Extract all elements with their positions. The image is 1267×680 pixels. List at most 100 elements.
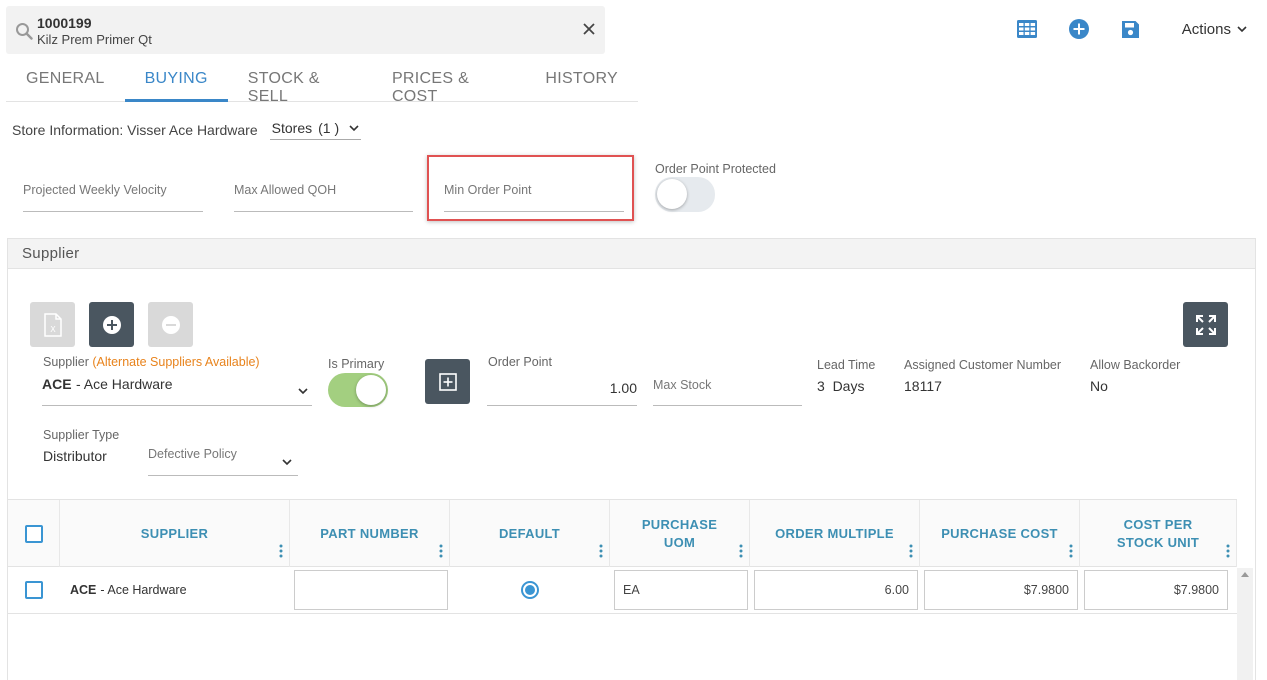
order-point-protected-toggle[interactable]: [655, 177, 715, 212]
allow-backorder-label: Allow Backorder: [1090, 358, 1181, 372]
order-point-value: 1.00: [609, 380, 637, 396]
defective-policy-placeholder: Defective Policy: [148, 447, 237, 461]
item-description: Kilz Prem Primer Qt: [37, 32, 152, 47]
row-default-cell: [450, 567, 610, 613]
column-header-order-multiple[interactable]: ORDER MULTIPLE: [750, 500, 920, 567]
supplier-select[interactable]: ACE - Ace Hardware: [42, 376, 312, 406]
tab-bar: GENERAL BUYING STOCK & SELL PRICES & COS…: [6, 62, 638, 105]
column-header-label: DEFAULT: [498, 525, 561, 541]
stores-count: (1 ): [318, 120, 340, 136]
purchase-cost-input[interactable]: $7.9800: [924, 570, 1078, 610]
add-order-point-button[interactable]: [425, 359, 470, 404]
tab-general[interactable]: GENERAL: [6, 62, 125, 102]
lead-time-value: 3 Days: [817, 378, 865, 394]
column-header-default[interactable]: DEFAULT: [450, 500, 610, 567]
expand-icon: [1195, 314, 1216, 335]
column-header-label: COST PER STOCK UNIT: [1116, 516, 1200, 550]
projected-weekly-velocity-placeholder: Projected Weekly Velocity: [23, 183, 167, 197]
max-allowed-qoh-field[interactable]: Max Allowed QOH: [234, 174, 413, 212]
plus-circle-icon: [102, 315, 121, 334]
plus-circle-icon: [1068, 19, 1089, 39]
column-header-purchase-uom[interactable]: PURCHASE UOM: [610, 500, 750, 567]
supplier-code: ACE: [42, 376, 72, 392]
column-header-part-number[interactable]: PART NUMBER: [290, 500, 450, 567]
save-icon: [1122, 20, 1140, 38]
table-grid-icon: [1016, 20, 1037, 38]
row-supplier-cell: ACE - Ace Hardware: [70, 567, 290, 613]
grid-view-button[interactable]: [1016, 18, 1038, 40]
cost-per-stock-unit-input[interactable]: $7.9800: [1084, 570, 1228, 610]
allow-backorder-value: No: [1090, 378, 1108, 394]
column-menu-icon[interactable]: [1069, 544, 1073, 558]
stores-select[interactable]: Stores (1 ): [269, 120, 362, 140]
order-point-input[interactable]: 1.00: [487, 374, 637, 406]
tab-history[interactable]: HISTORY: [525, 62, 638, 102]
column-menu-icon[interactable]: [909, 544, 913, 558]
alternate-suppliers-note: (Alternate Suppliers Available): [92, 355, 260, 369]
supplier-type-label: Supplier Type: [43, 428, 120, 442]
toggle-knob: [356, 375, 386, 405]
chevron-down-icon: [298, 388, 308, 395]
projected-weekly-velocity-field[interactable]: Projected Weekly Velocity: [23, 174, 203, 212]
supplier-label-text: Supplier: [43, 355, 89, 369]
column-menu-icon[interactable]: [1226, 544, 1230, 558]
toggle-knob: [657, 179, 687, 209]
row-supplier-code: ACE: [70, 583, 97, 597]
column-header-cost-per-stock-unit[interactable]: COST PER STOCK UNIT: [1080, 500, 1237, 567]
expand-button[interactable]: [1183, 302, 1228, 347]
column-menu-icon[interactable]: [739, 544, 743, 558]
max-stock-input[interactable]: Max Stock: [653, 374, 802, 406]
actions-label: Actions: [1181, 20, 1231, 38]
column-menu-icon[interactable]: [279, 544, 283, 558]
store-information: Store Information: Visser Ace Hardware S…: [12, 120, 362, 140]
add-supplier-button[interactable]: [89, 302, 134, 347]
scroll-up-arrow-icon[interactable]: [1241, 572, 1249, 577]
max-stock-placeholder: Max Stock: [653, 378, 712, 392]
is-primary-toggle[interactable]: [328, 373, 388, 407]
tab-stock-sell[interactable]: STOCK & SELL: [228, 62, 372, 105]
clear-search-button[interactable]: [583, 20, 595, 38]
actions-menu[interactable]: Actions: [1182, 21, 1247, 38]
add-button[interactable]: [1068, 18, 1090, 40]
top-toolbar: Actions: [986, 18, 1247, 40]
save-button[interactable]: [1120, 18, 1142, 40]
column-menu-icon[interactable]: [599, 544, 603, 558]
select-all-cell: [8, 500, 60, 567]
column-header-label: PURCHASE UOM: [641, 516, 718, 550]
supplier-section-title: Supplier: [8, 239, 1255, 269]
highlight-box: [427, 155, 634, 221]
row-supplier-name: - Ace Hardware: [100, 583, 187, 597]
remove-supplier-button[interactable]: [148, 302, 193, 347]
tab-prices-cost[interactable]: PRICES & COST: [372, 62, 525, 105]
select-all-checkbox[interactable]: [24, 524, 43, 543]
row-select-cell: [8, 567, 60, 613]
column-header-supplier[interactable]: SUPPLIER: [60, 500, 290, 567]
part-number-input[interactable]: [294, 570, 448, 610]
supplier-name: - Ace Hardware: [76, 376, 173, 392]
grid-scrollbar[interactable]: [1237, 568, 1253, 680]
plus-square-icon: [438, 372, 457, 391]
grid-header: SUPPLIER PART NUMBER DEFAULT PURCHASE UO…: [8, 499, 1237, 567]
assigned-customer-number-label: Assigned Customer Number: [904, 358, 1062, 372]
item-number: 1000199: [37, 15, 92, 31]
table-row: ACE - Ace Hardware EA 6.00 $7.9800 $7.98…: [8, 567, 1237, 614]
lead-time-label: Lead Time: [817, 358, 876, 372]
excel-file-icon: X: [43, 312, 62, 337]
default-radio[interactable]: [521, 581, 539, 599]
order-point-protected-label: Order Point Protected: [655, 162, 776, 176]
purchase-uom-input[interactable]: EA: [614, 570, 748, 610]
tab-buying[interactable]: BUYING: [124, 62, 228, 102]
chevron-down-icon: [1237, 25, 1247, 32]
column-header-label: SUPPLIER: [140, 525, 209, 541]
supplier-label: Supplier (Alternate Suppliers Available): [43, 355, 260, 369]
column-header-purchase-cost[interactable]: PURCHASE COST: [920, 500, 1080, 567]
column-menu-icon[interactable]: [439, 544, 443, 558]
order-multiple-input[interactable]: 6.00: [754, 570, 918, 610]
defective-policy-select[interactable]: Defective Policy: [148, 446, 298, 476]
item-search-box[interactable]: 1000199 Kilz Prem Primer Qt: [6, 6, 605, 54]
close-icon: [583, 23, 595, 35]
export-excel-button[interactable]: X: [30, 302, 75, 347]
row-checkbox[interactable]: [25, 581, 43, 599]
column-header-label: ORDER MULTIPLE: [775, 525, 894, 541]
supplier-type-value: Distributor: [43, 448, 107, 464]
